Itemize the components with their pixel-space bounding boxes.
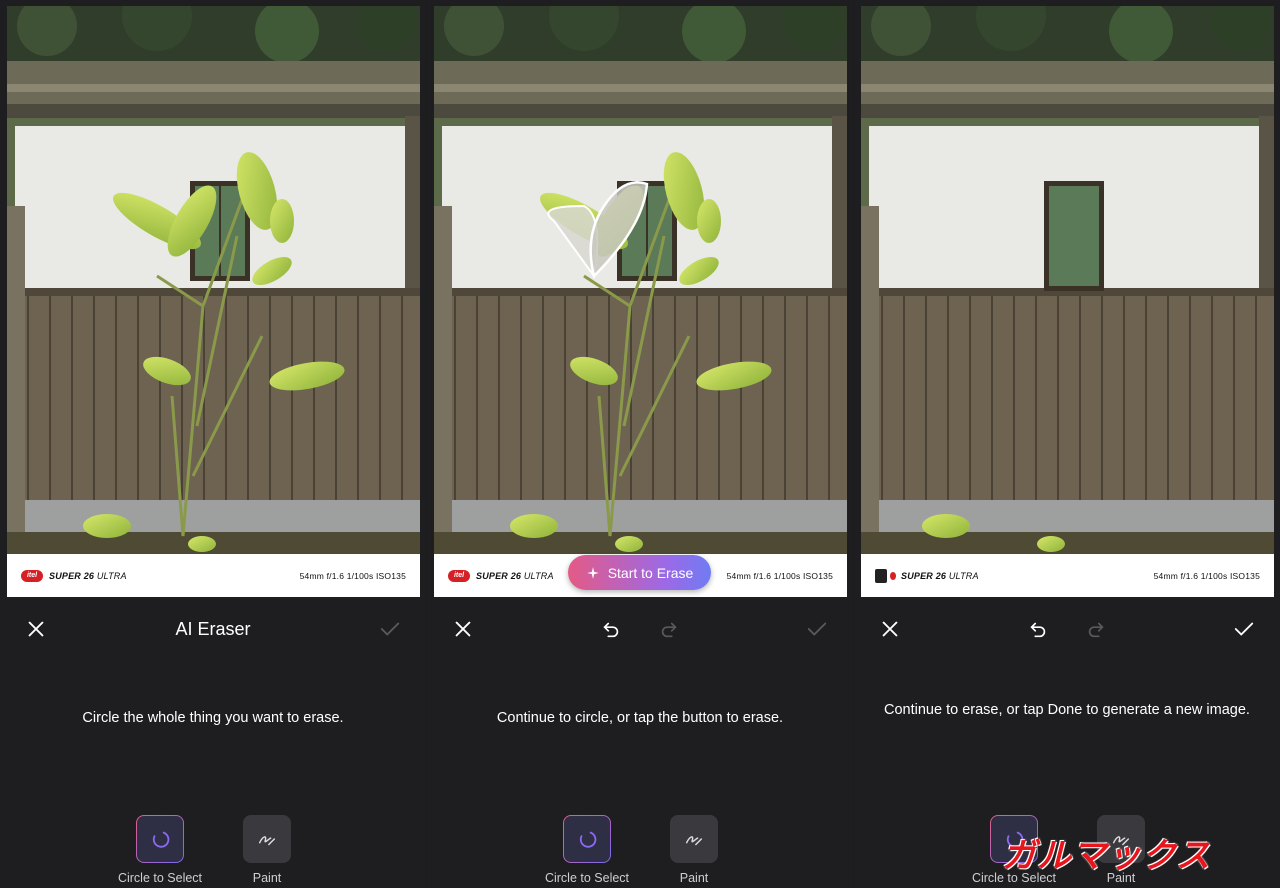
photo-canvas[interactable] [434,6,847,554]
bottom-sheet: AI Eraser Circle the whole thing you wan… [0,597,426,888]
erase-button-label: Start to Erase [607,564,694,581]
paint-brush-icon [243,815,291,863]
sparkle-icon [586,566,599,579]
exif-info: 54mm f/1.6 1/100s ISO135 [1153,570,1260,581]
close-icon[interactable] [876,615,904,643]
panel-ai-eraser-step1: itel SUPER 26 ULTRA 54mm f/1.6 1/100s IS… [0,0,426,888]
panel-ai-eraser-step2: itel SUPER 26 ULTRA 54mm f/1.6 1/100s IS… [427,0,853,888]
model-name: SUPER 26 ULTRA [476,570,554,581]
paint-tool[interactable]: Paint [242,815,292,885]
brand-logo: itel [448,569,470,582]
redo-icon[interactable] [655,615,683,643]
exif-info: 54mm f/1.6 1/100s ISO135 [726,570,833,581]
start-to-erase-button[interactable]: Start to Erase [568,555,711,590]
done-check-icon[interactable] [803,615,831,643]
bottom-sheet: Continue to circle, or tap the button to… [427,597,853,888]
circle-to-select-tool[interactable]: Circle to Select [545,815,629,885]
brand-logo-icon [875,568,896,583]
photo-watermark-strip: SUPER 26 ULTRA 54mm f/1.6 1/100s ISO135 [861,554,1274,597]
close-icon[interactable] [449,615,477,643]
circle-select-icon [136,815,184,863]
site-watermark: ガルマックス [1002,836,1211,876]
paint-tool[interactable]: Paint [669,815,719,885]
tool-label: Circle to Select [544,871,630,885]
undo-icon[interactable] [1024,615,1052,643]
instruction-text: Continue to circle, or tap the button to… [496,710,784,726]
circle-to-select-tool[interactable]: Circle to Select [118,815,202,885]
photo-watermark-strip: itel SUPER 26 ULTRA 54mm f/1.6 1/100s IS… [7,554,420,597]
model-name: SUPER 26 ULTRA [901,570,979,581]
page-title: AI Eraser [175,619,251,639]
redo-icon[interactable] [1082,615,1110,643]
tool-label: Circle to Select [117,871,203,885]
circle-select-icon [563,815,611,863]
photo-image [7,6,420,554]
model-name: SUPER 26 ULTRA [49,570,127,581]
exif-info: 54mm f/1.6 1/100s ISO135 [299,570,406,581]
panel-ai-eraser-step3: SUPER 26 ULTRA 54mm f/1.6 1/100s ISO135 … [854,0,1280,888]
photo-canvas[interactable] [7,6,420,554]
brand-logo: itel [21,569,43,582]
photo-image [434,6,847,554]
paint-brush-icon [670,815,718,863]
photo-image [861,6,1274,554]
photo-canvas[interactable] [861,6,1274,554]
done-check-icon[interactable] [376,615,404,643]
tool-label: Paint [679,871,709,885]
undo-icon[interactable] [597,615,625,643]
instruction-text: Continue to erase, or tap Done to genera… [884,702,1250,718]
instruction-text: Circle the whole thing you want to erase… [82,710,344,726]
done-check-icon[interactable] [1230,615,1258,643]
tool-label: Paint [252,871,282,885]
